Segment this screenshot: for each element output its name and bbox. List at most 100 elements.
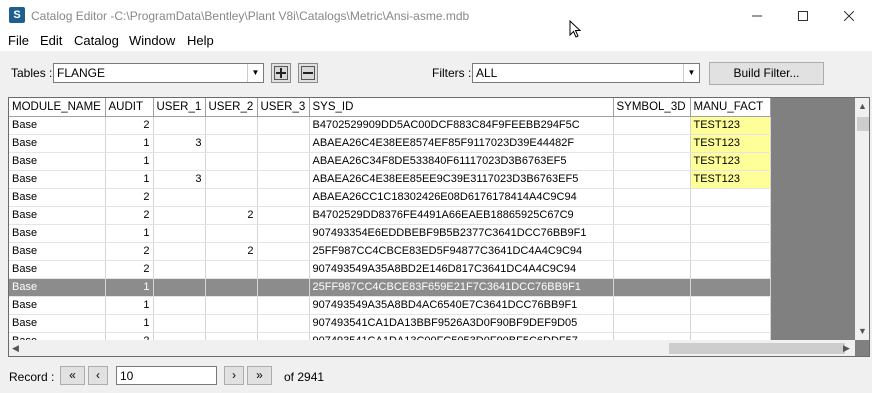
table-cell[interactable]: Base bbox=[9, 188, 106, 207]
table-cell[interactable] bbox=[153, 278, 206, 297]
table-cell[interactable] bbox=[153, 260, 206, 279]
table-cell[interactable] bbox=[257, 242, 310, 261]
table-cell[interactable] bbox=[690, 296, 771, 315]
table-cell[interactable]: Base bbox=[9, 260, 106, 279]
table-cell[interactable]: Base bbox=[9, 134, 106, 153]
table-cell[interactable] bbox=[690, 260, 771, 279]
column-header[interactable]: USER_3 bbox=[257, 98, 310, 117]
table-cell[interactable]: ABAEA26C4E38EE85EE9C39E3117023D3B6763EF5 bbox=[309, 170, 614, 189]
table-cell[interactable] bbox=[205, 134, 258, 153]
table-cell[interactable] bbox=[690, 314, 771, 333]
table-cell[interactable] bbox=[205, 260, 258, 279]
table-cell[interactable]: 2 bbox=[105, 242, 154, 261]
table-cell[interactable]: 2 bbox=[105, 188, 154, 207]
table-cell[interactable] bbox=[205, 224, 258, 243]
table-row[interactable]: Base 1 ABAEA26C34F8DE533840F61117023D3B676… bbox=[9, 152, 771, 171]
table-row[interactable]: Base 1 907493549A35A8BD4AC6540E7C3641DCC76… bbox=[9, 296, 771, 315]
table-cell[interactable] bbox=[257, 296, 310, 315]
last-record-button[interactable]: » bbox=[247, 366, 272, 385]
table-cell[interactable] bbox=[257, 116, 310, 135]
table-cell[interactable]: 1 bbox=[105, 224, 154, 243]
table-cell[interactable] bbox=[153, 296, 206, 315]
tables-dropdown[interactable]: FLANGE ▼ bbox=[53, 63, 264, 83]
table-cell[interactable] bbox=[613, 260, 691, 279]
vertical-scrollbar[interactable]: ▲ ▼ bbox=[855, 98, 869, 340]
table-cell[interactable]: 2 bbox=[105, 260, 154, 279]
chevron-down-icon[interactable]: ▼ bbox=[247, 64, 263, 82]
build-filter-button[interactable]: Build Filter... bbox=[709, 62, 824, 85]
table-cell[interactable]: Base bbox=[9, 296, 106, 315]
column-header[interactable]: MANU_FACT bbox=[690, 98, 771, 117]
table-cell[interactable] bbox=[613, 152, 691, 171]
menu-help[interactable]: Help bbox=[187, 33, 214, 48]
table-cell[interactable] bbox=[257, 206, 310, 225]
add-record-button[interactable] bbox=[271, 63, 291, 83]
table-cell[interactable] bbox=[257, 170, 310, 189]
table-row[interactable]: Base 1 3 ABAEA26C4E38EE8574EF85F9117023D39E… bbox=[9, 134, 771, 153]
table-cell[interactable] bbox=[205, 152, 258, 171]
table-cell[interactable] bbox=[613, 242, 691, 261]
table-row[interactable]: Base 1 907493354E6EDDBEBF9B5B2377C3641DCC7… bbox=[9, 224, 771, 243]
table-row[interactable]: Base 2 907493549A35A8BD2E146D817C3641DC4A4… bbox=[9, 260, 771, 279]
table-cell[interactable] bbox=[153, 242, 206, 261]
table-cell[interactable]: 2 bbox=[205, 242, 258, 261]
table-cell[interactable]: Base bbox=[9, 116, 106, 135]
menu-catalog[interactable]: Catalog bbox=[74, 33, 119, 48]
table-cell[interactable] bbox=[613, 134, 691, 153]
column-header[interactable]: SYMBOL_3D bbox=[613, 98, 691, 117]
table-cell[interactable]: Base bbox=[9, 170, 106, 189]
table-cell[interactable]: 3 bbox=[153, 170, 206, 189]
table-row[interactable]: Base 1 907493541CA1DA13BBF9526A3D0F90BF9DE… bbox=[9, 314, 771, 333]
minimize-button[interactable] bbox=[734, 0, 780, 31]
table-cell[interactable] bbox=[257, 314, 310, 333]
table-cell[interactable] bbox=[690, 206, 771, 225]
table-cell[interactable]: 907493541CA1DA13BBF9526A3D0F90BF9DEF9D05 bbox=[309, 314, 614, 333]
menu-window[interactable]: Window bbox=[129, 33, 175, 48]
scroll-up-icon[interactable]: ▲ bbox=[858, 101, 867, 111]
table-cell[interactable]: Base bbox=[9, 224, 106, 243]
table-row[interactable]: Base 2 ABAEA26CC1C18302426E08D6176178414A4… bbox=[9, 188, 771, 207]
table-cell[interactable] bbox=[613, 314, 691, 333]
table-cell[interactable] bbox=[613, 224, 691, 243]
table-cell[interactable] bbox=[613, 278, 691, 297]
table-cell[interactable]: Base bbox=[9, 242, 106, 261]
table-cell[interactable] bbox=[690, 278, 771, 297]
table-cell[interactable] bbox=[690, 224, 771, 243]
filters-dropdown[interactable]: ALL ▼ bbox=[472, 63, 700, 83]
table-cell[interactable] bbox=[690, 242, 771, 261]
table-cell[interactable] bbox=[613, 296, 691, 315]
table-cell[interactable] bbox=[257, 188, 310, 207]
table-cell[interactable]: B4702529DD8376FE4491A66EAEB18865925C67C9 bbox=[309, 206, 614, 225]
first-record-button[interactable]: « bbox=[60, 366, 85, 385]
scroll-left-icon[interactable]: ◀ bbox=[12, 343, 19, 354]
table-cell[interactable] bbox=[153, 152, 206, 171]
table-cell[interactable]: 907493354E6EDDBEBF9B5B2377C3641DCC76BB9F… bbox=[309, 224, 614, 243]
table-cell[interactable] bbox=[205, 314, 258, 333]
table-row[interactable]: Base 2 B4702529909DD5AC00DCF883C84F9FEEBB2… bbox=[9, 116, 771, 135]
column-header[interactable]: USER_2 bbox=[205, 98, 258, 117]
table-cell[interactable] bbox=[257, 224, 310, 243]
table-cell[interactable] bbox=[613, 170, 691, 189]
horizontal-scrollbar[interactable]: ◀ ▶ bbox=[9, 340, 855, 356]
chevron-down-icon[interactable]: ▼ bbox=[683, 64, 699, 82]
table-row[interactable]: Base 2 2 B4702529DD8376FE4491A66EAEB1886592… bbox=[9, 206, 771, 225]
table-cell[interactable]: TEST123 bbox=[690, 170, 771, 189]
table-cell[interactable]: TEST123 bbox=[690, 134, 771, 153]
table-cell[interactable]: TEST123 bbox=[690, 116, 771, 135]
table-cell[interactable] bbox=[205, 278, 258, 297]
table-cell[interactable]: 2 bbox=[105, 116, 154, 135]
table-cell[interactable]: Base bbox=[9, 206, 106, 225]
table-cell[interactable]: TEST123 bbox=[690, 152, 771, 171]
table-cell[interactable]: 1 bbox=[105, 152, 154, 171]
table-cell[interactable]: B4702529909DD5AC00DCF883C84F9FEEBB294F5C bbox=[309, 116, 614, 135]
horizontal-scroll-thumb[interactable] bbox=[669, 343, 845, 354]
next-record-button[interactable]: › bbox=[224, 366, 244, 385]
table-cell[interactable]: 1 bbox=[105, 134, 154, 153]
table-cell[interactable]: 907493549A35A8BD2E146D817C3641DC4A4C9C94 bbox=[309, 260, 614, 279]
table-row[interactable]: Base 2 2 25FF987CC4CBCE83ED5F94877C3641DC4A… bbox=[9, 242, 771, 261]
column-header[interactable]: SYS_ID bbox=[309, 98, 614, 117]
previous-record-button[interactable]: ‹ bbox=[88, 366, 108, 385]
table-cell[interactable]: 2 bbox=[205, 206, 258, 225]
table-cell[interactable]: 3 bbox=[153, 134, 206, 153]
column-header[interactable]: AUDIT bbox=[105, 98, 154, 117]
